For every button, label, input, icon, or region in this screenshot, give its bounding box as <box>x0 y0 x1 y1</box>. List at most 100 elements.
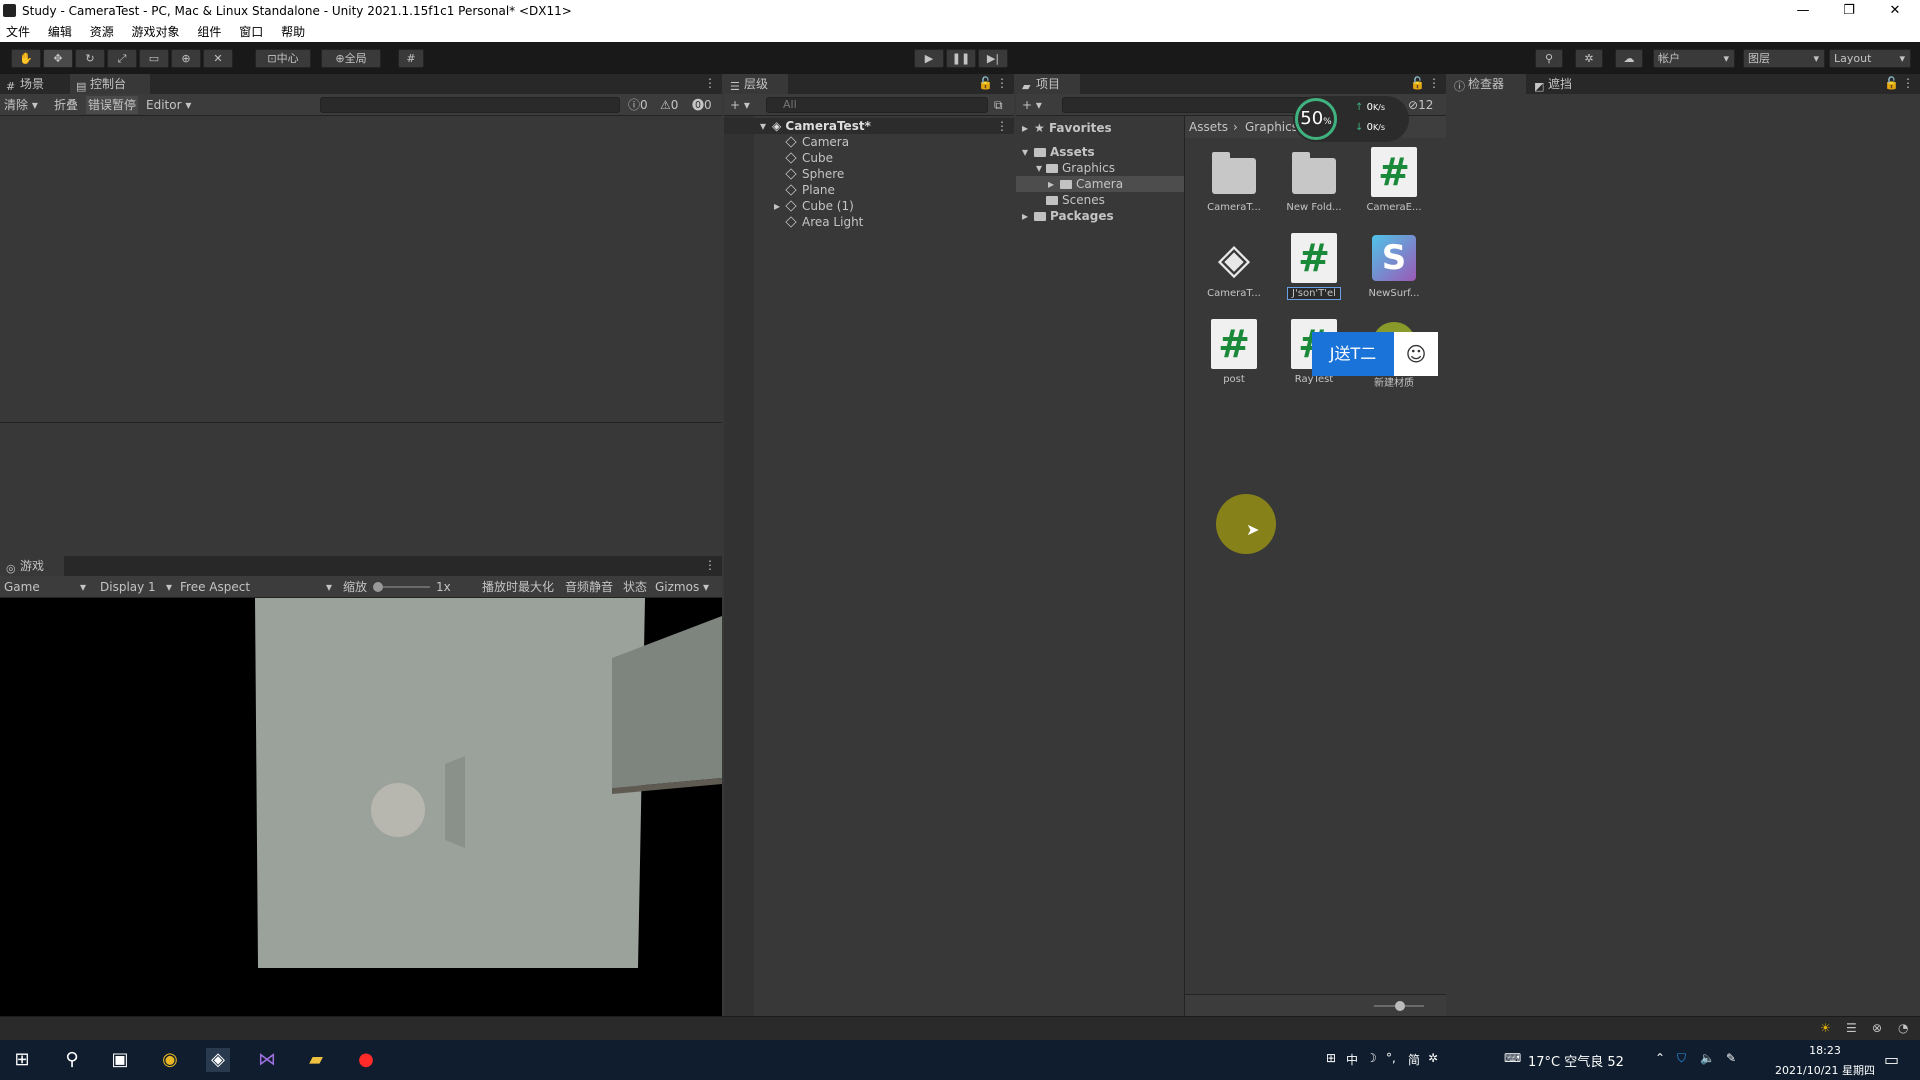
unity-app[interactable]: ◈ <box>206 1048 230 1072</box>
tab-occlusion[interactable]: ◩ 遮挡 <box>1528 74 1594 94</box>
list-item[interactable]: Plane <box>785 182 835 198</box>
rotate-tool-button[interactable]: ↻ <box>75 49 105 68</box>
camera-folder[interactable]: Camera <box>1060 176 1123 192</box>
list-item[interactable]: Area Light <box>785 214 863 230</box>
expand-arrow-icon[interactable]: ▾ <box>1022 144 1028 160</box>
taskbar-search-button[interactable]: ⚲ <box>60 1048 84 1072</box>
assets-folder[interactable]: Assets <box>1034 144 1095 160</box>
play-button[interactable]: ▶ <box>914 49 944 68</box>
scene-menu-icon[interactable]: ⋮ <box>996 118 1008 134</box>
move-tool-button[interactable]: ✥ <box>43 49 73 68</box>
layers-dropdown[interactable]: 图层 ▾ <box>1743 49 1825 68</box>
list-item[interactable]: Cube (1) <box>785 198 854 214</box>
clock-time[interactable]: 18:23 <box>1770 1044 1880 1057</box>
custom-tool-button[interactable]: ✕ <box>203 49 233 68</box>
mute-audio-button[interactable]: 音频静音 <box>565 578 613 596</box>
icon-size-slider-handle[interactable] <box>1395 1001 1405 1011</box>
pivot-toggle[interactable]: ⊡中心 <box>255 49 311 68</box>
start-button[interactable]: ⊞ <box>10 1048 34 1072</box>
tab-hierarchy[interactable]: ☰ 层级 <box>724 74 788 94</box>
snap-button[interactable]: # <box>398 49 424 68</box>
warn-count-toggle[interactable]: ⚠0 <box>660 96 678 114</box>
pause-button[interactable]: ❚❚ <box>946 49 976 68</box>
hierarchy-search-input[interactable]: All <box>766 97 988 113</box>
global-toggle[interactable]: ⊕全局 <box>321 49 381 68</box>
moon-icon[interactable]: ☽ <box>1366 1051 1377 1065</box>
visual-studio-app[interactable]: ⋈ <box>255 1048 279 1072</box>
progress-icon[interactable]: ◔ <box>1898 1021 1908 1035</box>
rename-field[interactable]: J'son'T'el <box>1287 287 1341 300</box>
expand-arrow-icon[interactable]: ▸ <box>1048 176 1054 192</box>
shield-icon[interactable]: ⛉ <box>1677 1051 1686 1066</box>
asset-item[interactable]: # CameraE... <box>1354 146 1434 213</box>
menu-file[interactable]: 文件 <box>6 25 30 39</box>
list-item[interactable]: Sphere <box>785 166 844 182</box>
more-menu-icon[interactable]: ⋮ <box>704 76 716 90</box>
menu-edit[interactable]: 编辑 <box>48 25 72 39</box>
maximize-on-play-button[interactable]: 播放时最大化 <box>482 578 554 596</box>
tab-console[interactable]: ▤ 控制台 <box>70 74 150 94</box>
network-icon[interactable]: ⊗ <box>1872 1021 1882 1035</box>
lightbulb-icon[interactable]: ☀ <box>1820 1021 1831 1035</box>
minimize-button[interactable]: — <box>1780 0 1826 22</box>
volume-icon[interactable]: 🔈 <box>1700 1051 1715 1065</box>
punctuation-icon[interactable]: °, <box>1386 1051 1396 1065</box>
error-count-toggle[interactable]: ⓿0 <box>692 96 712 114</box>
gizmos-button[interactable]: Gizmos ▾ <box>655 578 709 596</box>
scale-tool-button[interactable]: ⤢ <box>107 49 137 68</box>
ime-candidate[interactable]: J送T二 <box>1312 332 1394 376</box>
clear-button[interactable]: 清除 ▾ <box>4 96 38 114</box>
asset-item[interactable]: S NewSurf... <box>1354 232 1434 299</box>
expand-arrow-icon[interactable]: ▸ <box>1022 208 1028 224</box>
transform-tool-button[interactable]: ⊕ <box>171 49 201 68</box>
chevron-up-icon[interactable]: ⌃ <box>1655 1051 1665 1065</box>
game-viewport[interactable] <box>0 598 722 1016</box>
game-view-dropdown[interactable]: Game ▾ <box>4 578 88 596</box>
menu-help[interactable]: 帮助 <box>281 25 305 39</box>
recorder-app[interactable]: ● <box>354 1048 378 1072</box>
more-menu-icon[interactable]: ⋮ <box>1428 76 1440 90</box>
display-dropdown[interactable]: Display 1 ▾ <box>100 578 172 596</box>
keyboard-icon[interactable]: ⌨ <box>1504 1051 1521 1065</box>
emoji-icon[interactable]: ☺ <box>1394 332 1438 376</box>
expand-arrow-icon[interactable]: ▸ <box>1022 120 1028 136</box>
expand-arrow-icon[interactable]: ▾ <box>760 118 766 134</box>
asset-item[interactable]: ◈ CameraT... <box>1194 232 1274 300</box>
notification-icon[interactable]: ▭ <box>1884 1050 1899 1069</box>
cache-icon[interactable]: ☰ <box>1846 1021 1857 1035</box>
pen-icon[interactable]: ✎ <box>1726 1051 1736 1065</box>
more-menu-icon[interactable]: ⋮ <box>704 558 716 572</box>
close-button[interactable]: ✕ <box>1872 0 1918 22</box>
collab-button[interactable]: ✲ <box>1575 49 1603 68</box>
lock-icon[interactable]: 🔓 <box>978 76 993 90</box>
error-pause-button[interactable]: 错误暂停 <box>86 96 139 114</box>
ime-simplified-toggle[interactable]: 简 <box>1408 1051 1420 1068</box>
list-item[interactable]: Camera <box>785 134 849 150</box>
ime-settings-icon[interactable]: ✲ <box>1428 1051 1438 1065</box>
step-button[interactable]: ▶| <box>978 49 1008 68</box>
asset-item[interactable]: New Fold... <box>1274 146 1354 213</box>
stats-button[interactable]: 状态 <box>623 578 647 596</box>
create-button[interactable]: + ▾ <box>730 96 750 114</box>
lock-icon[interactable]: 🔓 <box>1884 76 1899 90</box>
menu-gameobject[interactable]: 游戏对象 <box>132 25 180 39</box>
breadcrumb-graphics[interactable]: Graphics <box>1245 120 1298 134</box>
task-view-button[interactable]: ▣ <box>108 1048 132 1072</box>
more-menu-icon[interactable]: ⋮ <box>996 76 1008 90</box>
breadcrumb-assets[interactable]: Assets <box>1189 120 1228 134</box>
scene-root[interactable]: ◈ CameraTest* <box>772 118 871 134</box>
project-split-divider[interactable] <box>1184 116 1185 1016</box>
menu-component[interactable]: 组件 <box>197 25 221 39</box>
scene-visibility-icon[interactable]: ⧉ <box>994 96 1003 114</box>
hand-tool-button[interactable]: ✋ <box>11 49 41 68</box>
restore-button[interactable]: ❐ <box>1826 0 1872 22</box>
rect-tool-button[interactable]: ▭ <box>139 49 169 68</box>
weather-widget[interactable]: 17°C 空气良 52 <box>1528 1051 1624 1070</box>
more-menu-icon[interactable]: ⋮ <box>1902 76 1914 90</box>
cloud-button[interactable]: ☁ <box>1615 49 1643 68</box>
create-asset-button[interactable]: + ▾ <box>1022 96 1042 114</box>
packages-folder[interactable]: Packages <box>1034 208 1114 224</box>
favorites-item[interactable]: ★ Favorites <box>1034 120 1112 136</box>
scenes-folder[interactable]: Scenes <box>1046 192 1105 208</box>
asset-item[interactable]: CameraT... <box>1194 146 1274 213</box>
